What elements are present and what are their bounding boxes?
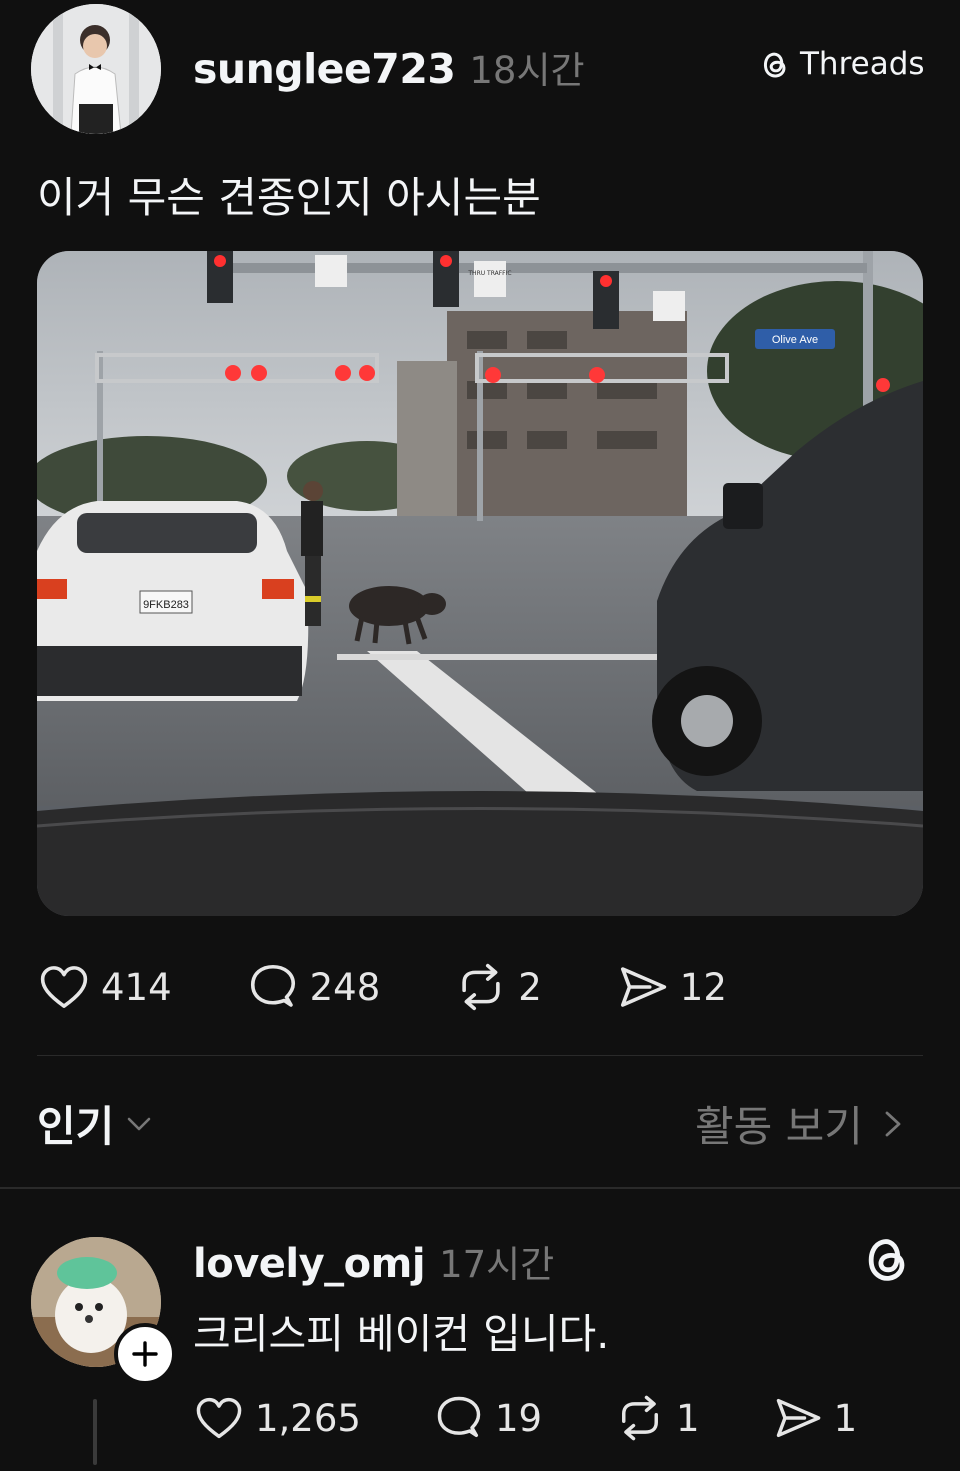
comment-icon [433, 1392, 485, 1444]
photo-street-sign: Olive Ave [772, 334, 818, 346]
divider [37, 1055, 923, 1056]
thread-line [93, 1399, 97, 1465]
plus-icon [131, 1340, 159, 1368]
repost-button[interactable]: 2 [454, 960, 542, 1014]
author-username[interactable]: sunglee723 [193, 45, 456, 93]
threads-logo-icon [758, 47, 792, 81]
reply-repost-count: 1 [676, 1396, 700, 1440]
reply-action-bar: 1,265 19 1 1 [193, 1392, 857, 1444]
chevron-right-icon [879, 1107, 907, 1141]
share-button[interactable]: 12 [616, 960, 727, 1014]
author-avatar[interactable] [31, 4, 161, 134]
post-timestamp: 18시간 [469, 49, 585, 92]
heart-icon [37, 960, 91, 1014]
post-action-bar: 414 248 2 12 [37, 960, 727, 1014]
sort-label: 인기 [37, 1102, 115, 1151]
reply-repost-button[interactable]: 1 [614, 1392, 700, 1444]
repost-count: 2 [518, 965, 542, 1009]
reply-comment-count: 19 [494, 1396, 543, 1440]
heart-icon [193, 1392, 245, 1444]
reply-username[interactable]: lovely_omj [193, 1241, 426, 1287]
share-icon [616, 960, 670, 1014]
reply-share-count: 1 [833, 1396, 858, 1440]
threads-badge-label: Threads [800, 46, 925, 82]
comment-icon [246, 960, 300, 1014]
reply-share-button[interactable]: 1 [772, 1392, 858, 1444]
repost-icon [614, 1392, 666, 1444]
share-icon [772, 1392, 824, 1444]
like-button[interactable]: 414 [37, 960, 172, 1014]
threads-logo-icon[interactable] [863, 1232, 911, 1286]
comment-button[interactable]: 248 [246, 960, 381, 1014]
repost-icon [454, 960, 508, 1014]
chevron-down-icon [124, 1109, 154, 1139]
comment-count: 248 [309, 965, 381, 1009]
like-count: 414 [101, 965, 172, 1009]
sort-dropdown[interactable]: 인기 [37, 1093, 154, 1154]
follow-button[interactable] [114, 1323, 176, 1385]
post-text: 이거 무슨 견종인지 아시는분 [37, 173, 541, 222]
photo-sign-thru-traffic: THRU TRAFFIC [467, 270, 511, 277]
activity-label: 활동 보기 [695, 1102, 863, 1151]
reply-text: 크리스피 베이컨 입니다. [193, 1310, 610, 1358]
view-activity-link[interactable]: 활동 보기 [695, 1093, 907, 1154]
reply-timestamp: 17시간 [439, 1243, 555, 1286]
share-count: 12 [679, 965, 727, 1009]
section-divider [0, 1187, 960, 1189]
threads-badge[interactable]: Threads [758, 46, 925, 82]
post-photo[interactable]: THRU TRAFFIC Olive Ave 9FKB283 [37, 251, 923, 916]
reply-like-count: 1,265 [255, 1396, 361, 1440]
photo-license-plate: 9FKB283 [143, 599, 189, 611]
reply-comment-button[interactable]: 19 [433, 1392, 542, 1444]
reply-like-button[interactable]: 1,265 [193, 1392, 361, 1444]
